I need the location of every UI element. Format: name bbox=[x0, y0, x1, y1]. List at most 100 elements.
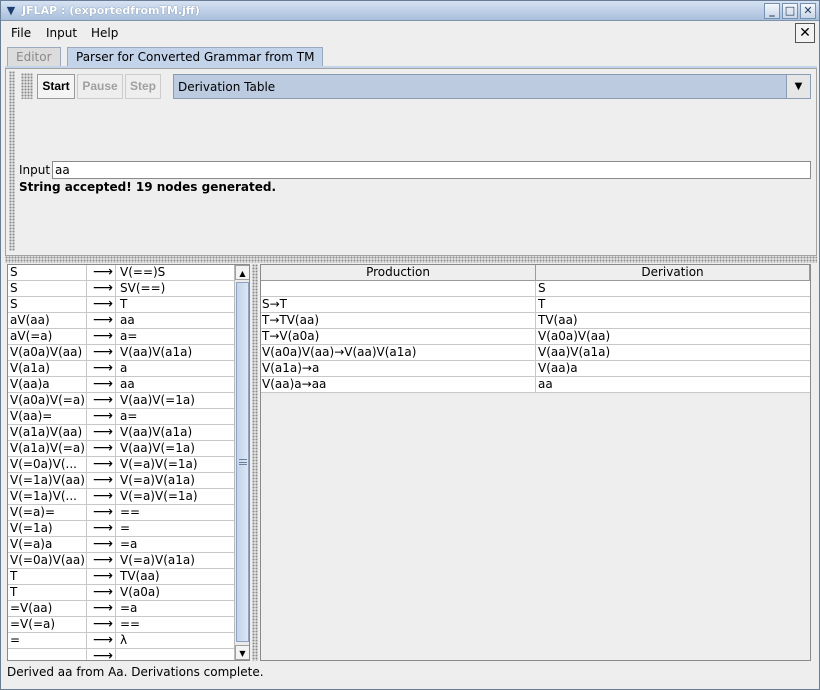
menu-input[interactable]: Input bbox=[46, 26, 77, 40]
grammar-row[interactable]: T ⟶ TV(aa) bbox=[8, 569, 234, 585]
grammar-row[interactable]: S ⟶ V(==)S bbox=[8, 265, 234, 281]
derivation-production: V(a0a)V(aa)→V(aa)V(a1a) bbox=[261, 345, 536, 360]
production-rhs: V(a0a) bbox=[120, 585, 160, 599]
grammar-row[interactable]: V(a0a)V(=a) ⟶ V(aa)V(=1a) bbox=[8, 393, 234, 409]
production-lhs: V(=1a) bbox=[10, 521, 53, 535]
window-menu-icon[interactable]: ▼ bbox=[4, 4, 18, 18]
minimize-icon[interactable]: _ bbox=[764, 3, 780, 19]
chevron-down-icon[interactable]: ▼ bbox=[786, 75, 810, 98]
column-header-production[interactable]: Production bbox=[261, 265, 536, 281]
grammar-row[interactable]: V(a1a)V(=a) ⟶ V(aa)V(=1a) bbox=[8, 441, 234, 457]
production-arrow: ⟶ bbox=[86, 553, 116, 568]
production-arrow: ⟶ bbox=[86, 521, 116, 536]
production-lhs: V(a0a)V(aa) bbox=[10, 345, 83, 359]
view-select-value: Derivation Table bbox=[178, 80, 276, 94]
derivation-production bbox=[261, 281, 536, 296]
grammar-row[interactable]: ⟶ bbox=[8, 649, 234, 660]
maximize-icon[interactable]: □ bbox=[782, 3, 798, 19]
column-header-derivation[interactable]: Derivation bbox=[536, 265, 810, 281]
derivation-table: Production Derivation S S→T T T→TV(aa) TV(aa… bbox=[260, 264, 811, 661]
derivation-production: V(aa)a→aa bbox=[261, 377, 536, 392]
derivation-row[interactable]: V(a0a)V(aa)→V(aa)V(a1a) V(aa)V(a1a) bbox=[261, 345, 810, 361]
panel-grip[interactable] bbox=[9, 71, 15, 251]
grammar-row[interactable]: V(=1a)V(aa) ⟶ V(=a)V(a1a) bbox=[8, 473, 234, 489]
production-rhs: V(aa)V(a1a) bbox=[120, 345, 193, 359]
grammar-row[interactable]: V(=1a)V(... ⟶ V(=a)V(=1a) bbox=[8, 489, 234, 505]
production-rhs: V(aa)V(a1a) bbox=[120, 425, 193, 439]
grammar-row[interactable]: S ⟶ T bbox=[8, 297, 234, 313]
production-arrow: ⟶ bbox=[86, 457, 116, 472]
vertical-split-handle[interactable] bbox=[252, 264, 258, 661]
production-lhs: S bbox=[10, 281, 18, 295]
production-lhs: V(aa)= bbox=[10, 409, 53, 423]
grammar-row[interactable]: =V(aa) ⟶ =a bbox=[8, 601, 234, 617]
grammar-row[interactable]: S ⟶ SV(==) bbox=[8, 281, 234, 297]
tab-strip: Editor Parser for Converted Grammar from… bbox=[1, 45, 819, 67]
grammar-row[interactable]: = ⟶ λ bbox=[8, 633, 234, 649]
tab-editor[interactable]: Editor bbox=[7, 47, 61, 67]
start-button[interactable]: Start bbox=[37, 74, 75, 99]
production-rhs: TV(aa) bbox=[120, 569, 160, 583]
derivation-row[interactable]: V(a1a)→a V(aa)a bbox=[261, 361, 810, 377]
grammar-row[interactable]: aV(aa) ⟶ aa bbox=[8, 313, 234, 329]
horizontal-split-handle[interactable] bbox=[5, 256, 817, 263]
production-rhs: =a bbox=[120, 537, 138, 551]
production-arrow: ⟶ bbox=[86, 409, 116, 424]
production-arrow: ⟶ bbox=[86, 569, 116, 584]
grammar-row[interactable]: V(a1a)V(aa) ⟶ V(aa)V(a1a) bbox=[8, 425, 234, 441]
grammar-row[interactable]: T ⟶ V(a0a) bbox=[8, 585, 234, 601]
production-rhs: V(==)S bbox=[120, 265, 166, 279]
production-rhs: V(=a)V(=1a) bbox=[120, 457, 198, 471]
production-arrow: ⟶ bbox=[86, 265, 116, 280]
derivation-row[interactable]: T→V(a0a) V(a0a)V(aa) bbox=[261, 329, 810, 345]
grammar-row[interactable]: V(=1a) ⟶ = bbox=[8, 521, 234, 537]
grammar-row[interactable]: V(a1a) ⟶ a bbox=[8, 361, 234, 377]
production-lhs: S bbox=[10, 297, 18, 311]
menu-file[interactable]: File bbox=[11, 26, 31, 40]
scroll-down-icon[interactable]: ▼ bbox=[235, 645, 249, 660]
input-string-field[interactable] bbox=[52, 161, 811, 179]
close-window-icon[interactable]: ✕ bbox=[800, 3, 816, 19]
grammar-row[interactable]: V(=0a)V(aa) ⟶ V(=a)V(a1a) bbox=[8, 553, 234, 569]
production-lhs: T bbox=[10, 585, 18, 599]
view-select[interactable]: Derivation Table ▼ bbox=[173, 74, 811, 99]
production-lhs: V(=a)= bbox=[10, 505, 56, 519]
grammar-row[interactable]: V(a0a)V(aa) ⟶ V(aa)V(a1a) bbox=[8, 345, 234, 361]
grammar-row[interactable]: V(=a)a ⟶ =a bbox=[8, 537, 234, 553]
scroll-up-icon[interactable]: ▲ bbox=[235, 265, 249, 280]
derivation-row[interactable]: V(aa)a→aa aa bbox=[261, 377, 810, 393]
grammar-scrollbar[interactable]: ▲ ▼ bbox=[234, 265, 249, 660]
derivation-row[interactable]: S→T T bbox=[261, 297, 810, 313]
step-button[interactable]: Step bbox=[125, 74, 161, 99]
title-bar: ▼ JFLAP : (exportedfromTM.jff) _ □ ✕ bbox=[1, 1, 819, 21]
grammar-row[interactable]: V(aa)a ⟶ aa bbox=[8, 377, 234, 393]
production-arrow: ⟶ bbox=[86, 473, 116, 488]
production-arrow: ⟶ bbox=[86, 313, 116, 328]
tab-parser[interactable]: Parser for Converted Grammar from TM bbox=[67, 47, 324, 67]
toolbar-grip[interactable] bbox=[21, 73, 33, 99]
production-rhs: V(=a)V(a1a) bbox=[120, 473, 195, 487]
production-rhs: aa bbox=[120, 377, 135, 391]
production-lhs: V(a0a)V(=a) bbox=[10, 393, 85, 407]
production-arrow: ⟶ bbox=[86, 633, 116, 648]
menu-help[interactable]: Help bbox=[91, 26, 118, 40]
production-rhs: = bbox=[120, 521, 131, 535]
pause-button[interactable]: Pause bbox=[77, 74, 123, 99]
derivation-string: S bbox=[538, 281, 546, 295]
production-lhs: V(=0a)V(... bbox=[10, 457, 77, 471]
grammar-row[interactable]: =V(=a) ⟶ == bbox=[8, 617, 234, 633]
derivation-row[interactable]: S bbox=[261, 281, 810, 297]
grammar-row[interactable]: V(=0a)V(... ⟶ V(=a)V(=1a) bbox=[8, 457, 234, 473]
derivation-string: aa bbox=[538, 377, 553, 391]
grammar-row[interactable]: V(aa)= ⟶ a= bbox=[8, 409, 234, 425]
close-tab-icon[interactable]: ✕ bbox=[795, 23, 815, 43]
production-lhs: V(aa)a bbox=[10, 377, 50, 391]
derivation-row[interactable]: T→TV(aa) TV(aa) bbox=[261, 313, 810, 329]
grammar-row[interactable]: V(=a)= ⟶ == bbox=[8, 505, 234, 521]
grammar-row[interactable]: aV(=a) ⟶ a= bbox=[8, 329, 234, 345]
production-lhs: =V(aa) bbox=[10, 601, 53, 615]
production-lhs: V(a1a)V(=a) bbox=[10, 441, 85, 455]
derivation-production: V(a1a)→a bbox=[261, 361, 536, 376]
scroll-thumb[interactable] bbox=[236, 282, 249, 642]
production-rhs bbox=[118, 649, 234, 660]
